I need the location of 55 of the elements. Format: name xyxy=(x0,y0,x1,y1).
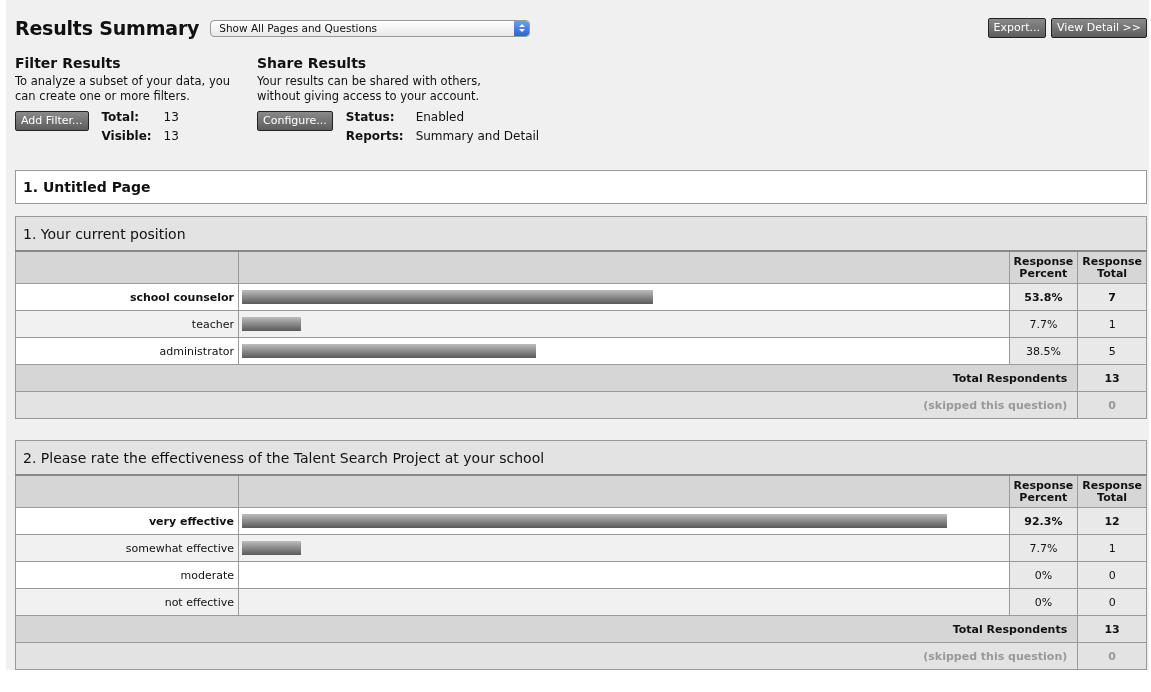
skipped-label: (skipped this question) xyxy=(15,391,1078,419)
section-heading: Share Results xyxy=(257,55,368,71)
column-header: Response Percent xyxy=(1009,475,1078,508)
stat-label: Reports: xyxy=(345,129,404,143)
total-cell: 1 xyxy=(1077,534,1147,562)
total-respondents-label: Total Respondents xyxy=(15,615,1078,643)
stat-value: 13 xyxy=(163,129,179,143)
answer-label: administrator xyxy=(15,337,239,365)
total-cell: 5 xyxy=(1077,337,1147,365)
page-title-bar: 1. Untitled Page xyxy=(15,170,1147,204)
total-respondents-label: Total Respondents xyxy=(15,364,1078,392)
stat-label: Status: xyxy=(345,110,396,124)
percent-cell: 7.7% xyxy=(1009,534,1078,562)
answer-label: teacher xyxy=(15,310,239,338)
total-respondents-value: 13 xyxy=(1077,615,1147,643)
skipped-value: 0 xyxy=(1077,642,1147,670)
column-header: Response Percent xyxy=(1009,251,1078,284)
answer-label: school counselor xyxy=(15,283,239,311)
total-cell: 12 xyxy=(1077,507,1147,535)
stat-label: Total: xyxy=(101,110,141,124)
dropdown-arrows-icon xyxy=(514,20,530,36)
skipped-value: 0 xyxy=(1077,391,1147,419)
page-title: Results Summary xyxy=(15,17,200,39)
total-cell: 7 xyxy=(1077,283,1147,311)
stat-value: Enabled xyxy=(415,110,466,124)
percent-cell: 0% xyxy=(1009,588,1078,616)
total-cell: 0 xyxy=(1077,561,1147,589)
view-dropdown[interactable]: Show All Pages and Questions xyxy=(210,19,531,37)
export-button[interactable]: Export... xyxy=(987,18,1047,38)
section-description: Your results can be shared with others, without giving access to your account. xyxy=(257,74,482,104)
section-heading: Filter Results xyxy=(15,55,122,71)
stat-value: Summary and Detail xyxy=(415,129,540,143)
column-header: Response Total xyxy=(1077,475,1147,508)
add-filter-button[interactable]: Add Filter... xyxy=(15,111,89,131)
total-cell: 0 xyxy=(1077,588,1147,616)
view-detail-button[interactable]: View Detail >> xyxy=(1051,18,1147,38)
stat-value: 13 xyxy=(163,110,179,124)
percent-cell: 7.7% xyxy=(1009,310,1078,338)
question-title: 1. Your current position xyxy=(15,216,1147,251)
answer-label: moderate xyxy=(15,561,239,589)
answer-label: very effective xyxy=(15,507,239,535)
section-description: To analyze a subset of your data, you can create one or more filters. xyxy=(15,74,232,104)
percent-cell: 92.3% xyxy=(1009,507,1078,535)
skipped-label: (skipped this question) xyxy=(15,642,1078,670)
percent-cell: 38.5% xyxy=(1009,337,1078,365)
answer-label: somewhat effective xyxy=(15,534,239,562)
answer-label: not effective xyxy=(15,588,239,616)
configure-button[interactable]: Configure... xyxy=(257,111,333,131)
percent-cell: 53.8% xyxy=(1009,283,1078,311)
column-header: Response Total xyxy=(1077,251,1147,284)
total-cell: 1 xyxy=(1077,310,1147,338)
total-respondents-value: 13 xyxy=(1077,364,1147,392)
question-title: 2. Please rate the effectiveness of the Talent Search Project at your school xyxy=(15,440,1147,475)
stat-label: Visible: xyxy=(101,129,152,143)
percent-cell: 0% xyxy=(1009,561,1078,589)
